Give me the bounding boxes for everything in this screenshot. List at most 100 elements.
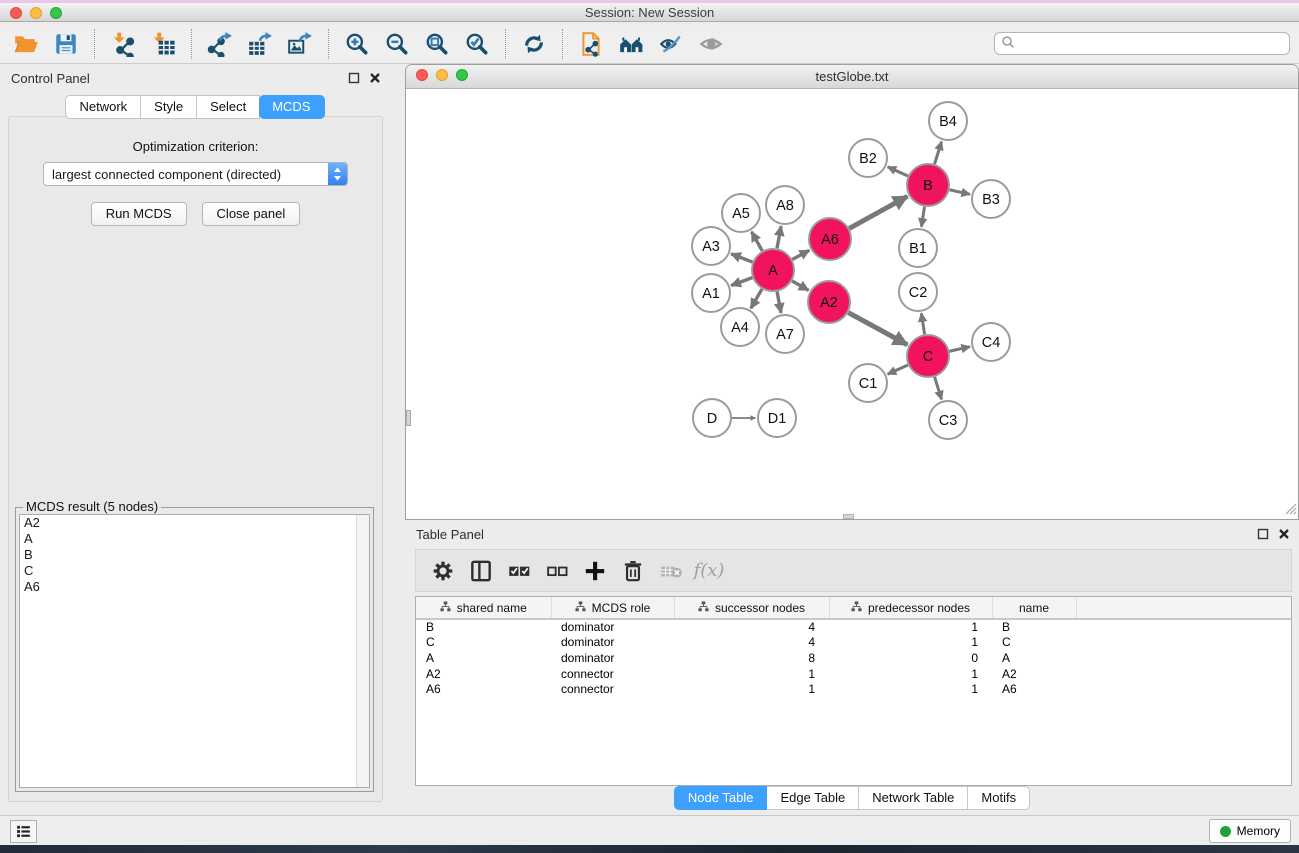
edge-B-B2[interactable] [888, 167, 908, 176]
edge-C-C3[interactable] [935, 377, 942, 399]
float-table-panel-icon[interactable] [1256, 527, 1269, 540]
edge-C-C1[interactable] [888, 365, 908, 374]
cell-shared-name[interactable]: B [416, 619, 551, 635]
optimization-criterion-select[interactable]: largest connected component (directed) [43, 162, 348, 186]
canvas-left-handle[interactable] [406, 410, 411, 426]
show-graphics-details-icon[interactable] [691, 27, 731, 61]
cell-name[interactable]: A6 [992, 681, 1076, 697]
tab-mcds[interactable]: MCDS [259, 95, 324, 119]
cell-predecessor-nodes[interactable]: 1 [829, 619, 992, 635]
function-builder-icon[interactable]: f(x) [692, 554, 726, 588]
edge-A-A7[interactable] [777, 292, 781, 313]
close-panel-icon[interactable] [368, 71, 381, 84]
cybrowser-icon[interactable] [611, 27, 651, 61]
cell-successor-nodes[interactable]: 4 [674, 619, 829, 635]
edge-A-A1[interactable] [731, 278, 752, 286]
float-panel-icon[interactable] [347, 71, 360, 84]
edge-B-B1[interactable] [921, 207, 924, 227]
open-file-icon[interactable] [6, 27, 46, 61]
export-image-icon[interactable] [280, 27, 320, 61]
cell-successor-nodes[interactable]: 1 [674, 681, 829, 697]
edge-A6-B[interactable] [849, 196, 907, 228]
tab-network-table[interactable]: Network Table [859, 786, 968, 810]
import-network-icon[interactable] [103, 27, 143, 61]
table-row[interactable]: Cdominator41C [416, 635, 1291, 651]
search-input[interactable] [1019, 36, 1289, 51]
deselect-all-icon[interactable] [540, 554, 574, 588]
tab-node-table[interactable]: Node Table [674, 786, 768, 810]
cell-name[interactable]: A2 [992, 666, 1076, 682]
edge-A2-C[interactable] [848, 313, 907, 345]
memory-button[interactable]: Memory [1209, 819, 1291, 843]
cell-name[interactable]: B [992, 619, 1076, 635]
node-table[interactable]: shared nameMCDS rolesuccessor nodesprede… [415, 596, 1292, 786]
network-graph[interactable]: B4B2BB3B1A5A8A6A3AA1A2C2A4A7C4CC1DD1C3 [406, 89, 1298, 519]
delete-row-icon[interactable] [616, 554, 650, 588]
column-header-shared-name[interactable]: shared name [416, 597, 551, 619]
edge-A-A3[interactable] [731, 254, 752, 262]
cell-shared-name[interactable]: A [416, 650, 551, 666]
export-network-icon[interactable] [200, 27, 240, 61]
zoom-out-icon[interactable] [377, 27, 417, 61]
table-row[interactable]: A6connector11A6 [416, 681, 1291, 697]
cell-MCDS-role[interactable]: connector [551, 681, 674, 697]
result-item[interactable]: A6 [20, 579, 369, 595]
cell-shared-name[interactable]: C [416, 635, 551, 651]
tab-style[interactable]: Style [141, 95, 197, 119]
result-item[interactable]: B [20, 547, 369, 563]
delete-table-icon[interactable] [654, 554, 688, 588]
close-table-panel-icon[interactable] [1277, 527, 1290, 540]
cell-predecessor-nodes[interactable]: 1 [829, 681, 992, 697]
column-header-successor-nodes[interactable]: successor nodes [674, 597, 829, 619]
cell-MCDS-role[interactable]: dominator [551, 635, 674, 651]
network-canvas[interactable]: B4B2BB3B1A5A8A6A3AA1A2C2A4A7C4CC1DD1C3 [406, 89, 1298, 519]
tab-motifs[interactable]: Motifs [968, 786, 1030, 810]
column-header-MCDS-role[interactable]: MCDS role [551, 597, 674, 619]
zoom-in-icon[interactable] [337, 27, 377, 61]
search-box[interactable] [994, 32, 1290, 55]
cell-name[interactable]: A [992, 650, 1076, 666]
edge-A-A8[interactable] [777, 226, 781, 248]
edge-A-A6[interactable] [792, 250, 809, 259]
cell-MCDS-role[interactable]: connector [551, 666, 674, 682]
cell-predecessor-nodes[interactable]: 0 [829, 650, 992, 666]
tab-select[interactable]: Select [197, 95, 260, 119]
refresh-layout-icon[interactable] [514, 27, 554, 61]
export-table-icon[interactable] [240, 27, 280, 61]
cell-shared-name[interactable]: A6 [416, 681, 551, 697]
result-item[interactable]: A [20, 531, 369, 547]
cell-predecessor-nodes[interactable]: 1 [829, 635, 992, 651]
cell-successor-nodes[interactable]: 8 [674, 650, 829, 666]
tab-network[interactable]: Network [65, 95, 141, 119]
import-table-icon[interactable] [143, 27, 183, 61]
zoom-selected-icon[interactable] [457, 27, 497, 61]
cell-predecessor-nodes[interactable]: 1 [829, 666, 992, 682]
cell-successor-nodes[interactable]: 4 [674, 635, 829, 651]
run-mcds-button[interactable]: Run MCDS [91, 202, 187, 226]
cell-shared-name[interactable]: A2 [416, 666, 551, 682]
canvas-bottom-handle[interactable] [843, 514, 854, 519]
settings-icon[interactable] [426, 554, 460, 588]
edge-B-B3[interactable] [949, 190, 970, 195]
edge-C-C2[interactable] [921, 313, 924, 334]
close-panel-button[interactable]: Close panel [202, 202, 301, 226]
edge-C-C4[interactable] [949, 347, 970, 352]
hide-graphics-details-icon[interactable] [651, 27, 691, 61]
zoom-fit-icon[interactable] [417, 27, 457, 61]
window-resize-grip[interactable] [1283, 501, 1297, 518]
cell-MCDS-role[interactable]: dominator [551, 650, 674, 666]
cell-name[interactable]: C [992, 635, 1076, 651]
table-row[interactable]: Adominator80A [416, 650, 1291, 666]
column-icon[interactable] [464, 554, 498, 588]
table-row[interactable]: Bdominator41B [416, 619, 1291, 635]
result-item[interactable]: C [20, 563, 369, 579]
tab-edge-table[interactable]: Edge Table [767, 786, 859, 810]
task-history-button[interactable] [10, 820, 37, 843]
save-session-icon[interactable] [46, 27, 86, 61]
result-scrollbar[interactable] [356, 515, 369, 787]
edge-A-A5[interactable] [752, 232, 763, 251]
edge-A-A4[interactable] [751, 289, 762, 308]
edge-A-A2[interactable] [792, 281, 808, 290]
select-all-icon[interactable] [502, 554, 536, 588]
edge-B-B4[interactable] [935, 142, 942, 164]
